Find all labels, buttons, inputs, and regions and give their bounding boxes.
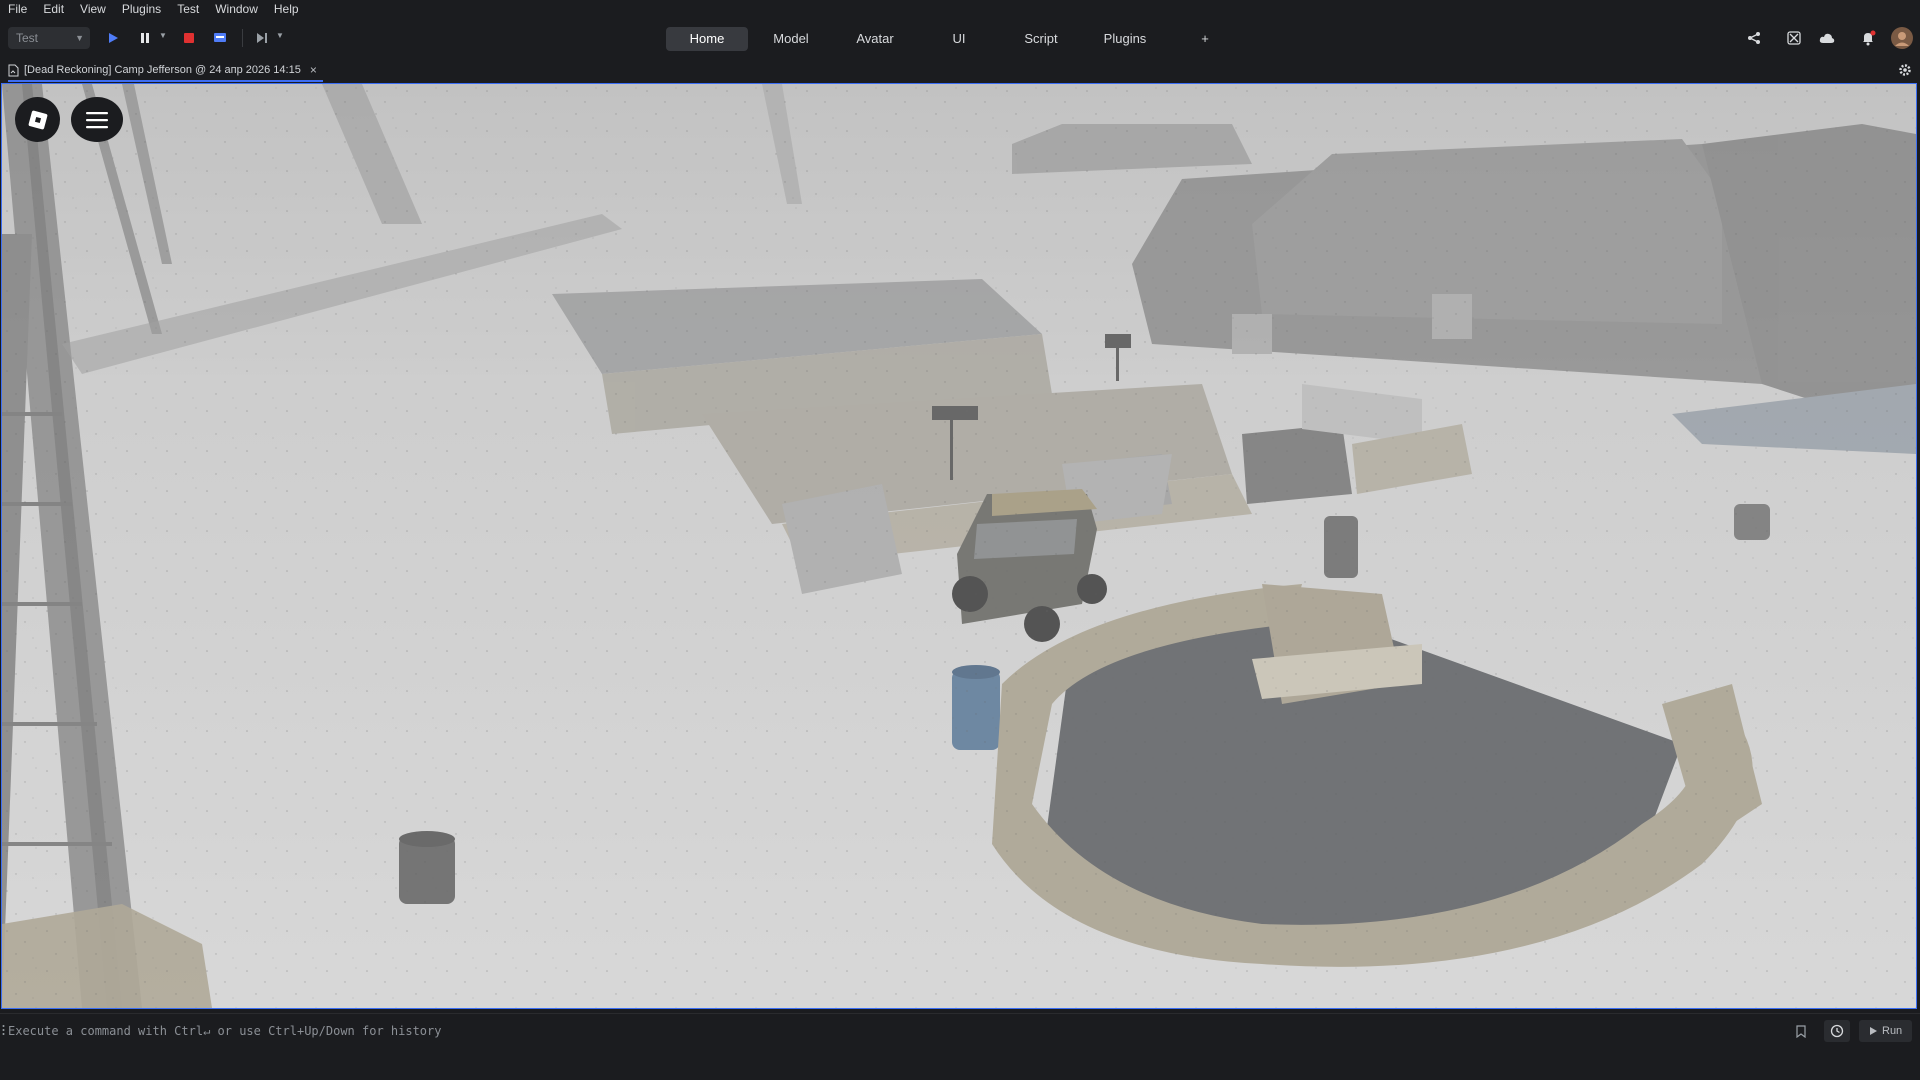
team-create-icon	[1787, 31, 1801, 45]
cloud-icon	[1819, 33, 1835, 43]
toolbar: Test ▼ ▼ ▼ Home Model Avatar UI Script P…	[0, 19, 1920, 58]
test-mode-select[interactable]: Test ▼	[8, 27, 90, 49]
ribbon-tabs: Home Model Avatar UI Script Plugins +	[666, 27, 1240, 51]
run-button-label: Run	[1882, 1025, 1903, 1037]
tab-plugins[interactable]: Plugins	[1084, 27, 1166, 51]
toolbar-separator	[242, 29, 243, 47]
client-server-icon	[214, 33, 226, 42]
command-input[interactable]	[6, 1020, 1770, 1042]
roblox-menu-button[interactable]	[15, 97, 60, 142]
tab-home[interactable]: Home	[666, 27, 748, 51]
menu-edit[interactable]: Edit	[35, 0, 72, 19]
close-tab-icon[interactable]: ×	[310, 63, 317, 77]
3d-viewport[interactable]	[1, 83, 1917, 1009]
gear-icon	[1899, 64, 1911, 76]
menu-plugins[interactable]: Plugins	[114, 0, 169, 19]
share-icon	[1748, 32, 1760, 44]
test-mode-value: Test	[16, 31, 39, 45]
game-scene	[2, 84, 1916, 1008]
status-strip	[0, 1045, 1920, 1080]
run-button[interactable]: Run	[1859, 1020, 1913, 1042]
tab-model[interactable]: Model	[752, 27, 830, 51]
step-options-caret[interactable]: ▼	[276, 32, 284, 40]
menu-test[interactable]: Test	[169, 0, 207, 19]
bookmark-icon	[1796, 1024, 1806, 1038]
step-button[interactable]	[252, 28, 272, 48]
history-button[interactable]	[1824, 1020, 1850, 1042]
menu-help[interactable]: Help	[266, 0, 307, 19]
client-server-button[interactable]	[210, 28, 230, 48]
team-create-button[interactable]	[1784, 28, 1804, 48]
cloud-button[interactable]	[1817, 28, 1837, 48]
game-menu-button[interactable]	[71, 97, 123, 142]
play-button[interactable]	[103, 28, 123, 48]
menu-file[interactable]: File	[0, 0, 35, 19]
tab-script[interactable]: Script	[1002, 27, 1080, 51]
pause-options-caret[interactable]: ▼	[159, 32, 167, 40]
play-icon	[1870, 1027, 1877, 1035]
notification-bell-icon	[1863, 30, 1876, 46]
roblox-logo-icon	[28, 110, 47, 129]
play-icon	[109, 33, 118, 43]
notifications-button[interactable]	[1858, 28, 1878, 48]
menu-bar: File Edit View Plugins Test Window Help	[0, 0, 1920, 19]
viewport-settings-button[interactable]	[1896, 61, 1914, 79]
document-tab[interactable]: [Dead Reckoning] Camp Jefferson @ 24 апр…	[8, 60, 323, 82]
tab-avatar[interactable]: Avatar	[834, 27, 916, 51]
file-icon	[8, 64, 19, 77]
document-tab-bar: [Dead Reckoning] Camp Jefferson @ 24 апр…	[0, 58, 1920, 82]
menu-window[interactable]: Window	[207, 0, 266, 19]
user-avatar[interactable]	[1891, 27, 1913, 49]
hamburger-menu-icon	[86, 111, 108, 128]
user-avatar-icon	[1891, 27, 1913, 49]
pause-button[interactable]	[135, 28, 155, 48]
command-bar: Run	[0, 1013, 1920, 1046]
add-tab-button[interactable]: +	[1170, 27, 1240, 51]
bookmark-button[interactable]	[1790, 1020, 1812, 1042]
stop-icon	[184, 33, 194, 43]
step-forward-icon	[257, 33, 267, 43]
pause-icon	[141, 33, 149, 43]
tab-ui[interactable]: UI	[920, 27, 998, 51]
drag-handle-icon[interactable]	[2, 1024, 5, 1036]
document-tab-title: [Dead Reckoning] Camp Jefferson @ 24 апр…	[24, 64, 301, 76]
chevron-down-icon: ▼	[75, 33, 84, 43]
history-icon	[1830, 1024, 1844, 1038]
menu-view[interactable]: View	[72, 0, 114, 19]
share-button[interactable]	[1744, 28, 1764, 48]
stop-button[interactable]	[179, 28, 199, 48]
